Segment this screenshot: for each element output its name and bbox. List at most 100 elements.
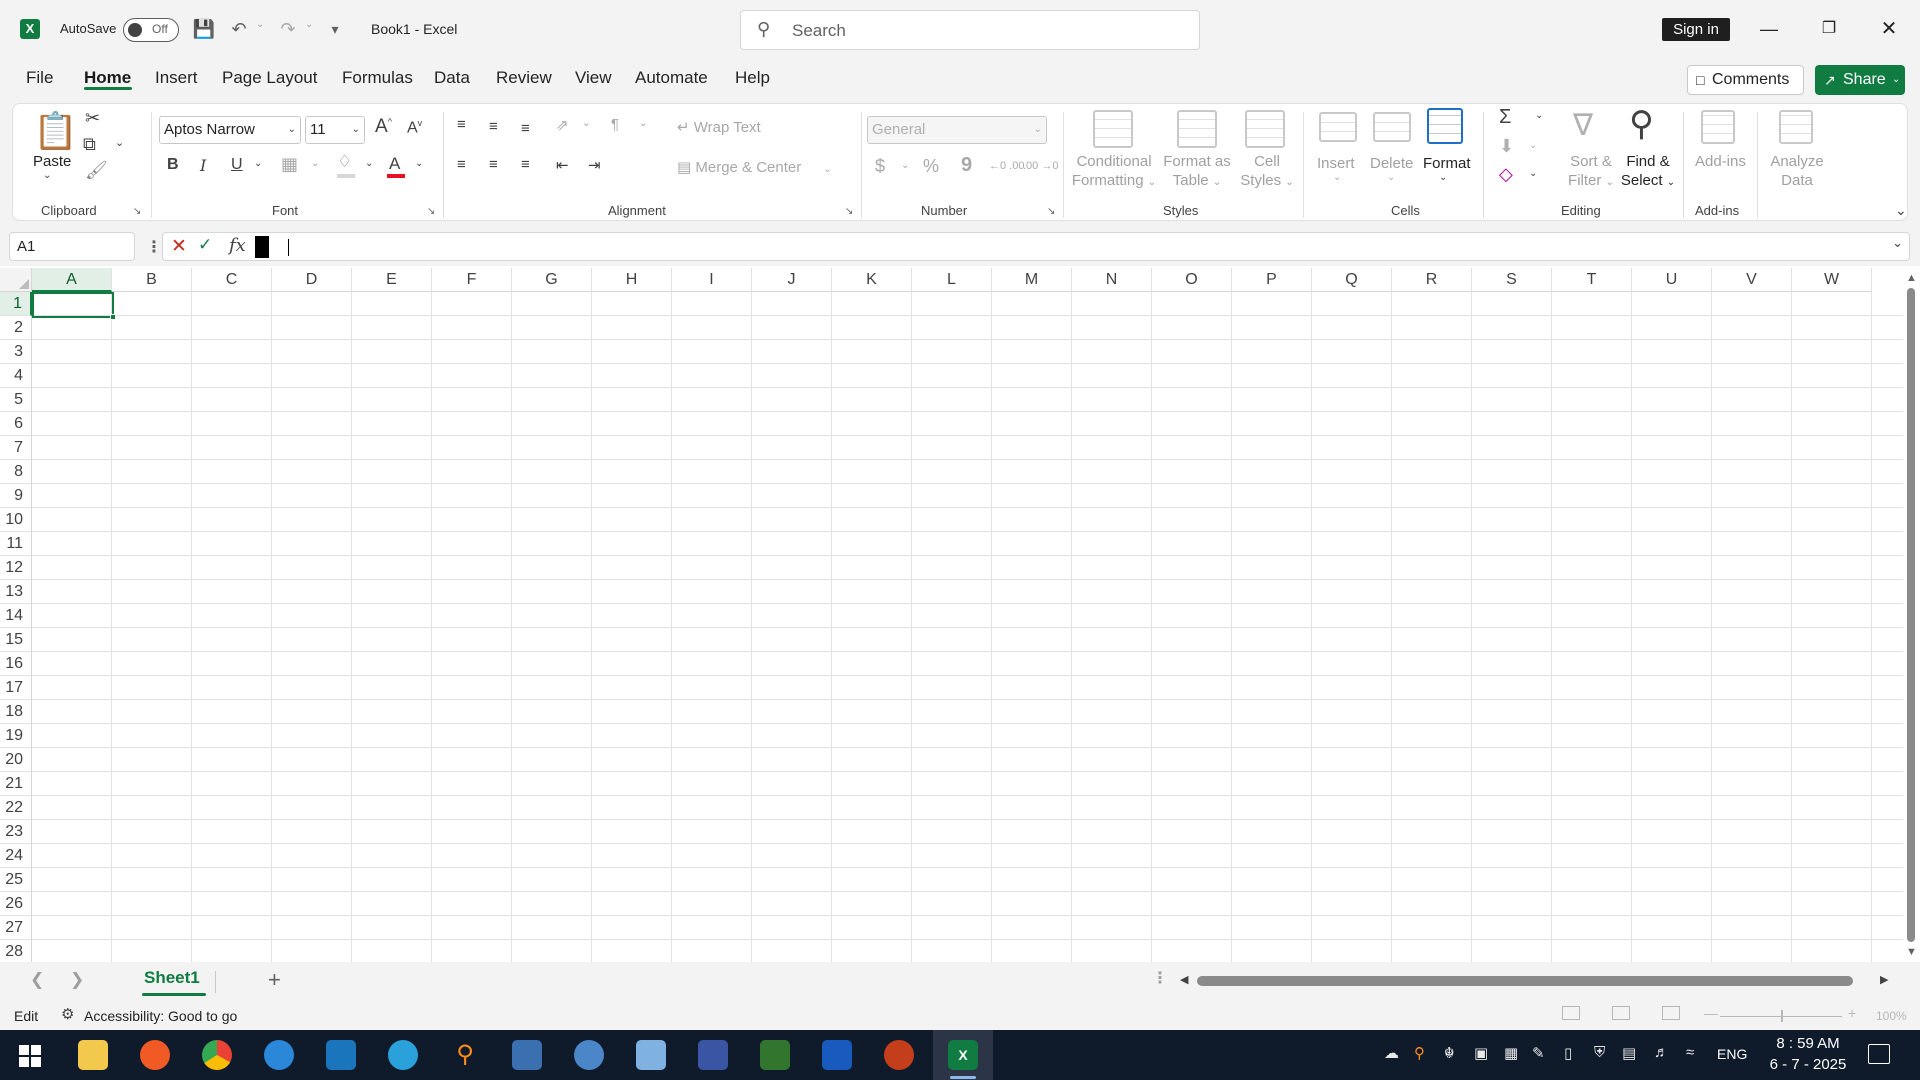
text-direction-dropdown-icon[interactable]: ⌄ bbox=[639, 118, 647, 129]
column-header[interactable]: L bbox=[912, 268, 992, 292]
clock-time[interactable]: 8 : 59 AM bbox=[1772, 1035, 1844, 1052]
clear-dropdown-icon[interactable]: ⌄ bbox=[1529, 168, 1537, 179]
format-as-table-button[interactable]: Format as Table ⌄ bbox=[1159, 152, 1235, 192]
vertical-scrollbar[interactable]: ▲ ▼ bbox=[1903, 268, 1920, 962]
zoom-in-icon[interactable]: + bbox=[1848, 1005, 1856, 1021]
format-cells-icon[interactable] bbox=[1427, 108, 1463, 144]
copy-dropdown-icon[interactable]: ⌄ bbox=[115, 136, 124, 149]
format-painter-icon[interactable]: 🖌 bbox=[85, 160, 108, 181]
row-header[interactable]: 12 bbox=[0, 556, 32, 580]
tray-network-app-icon[interactable]: ▦ bbox=[1504, 1044, 1518, 1062]
column-header[interactable]: V bbox=[1712, 268, 1792, 292]
tab-split-handle[interactable]: ⋮ bbox=[1152, 968, 1168, 988]
app2-icon[interactable] bbox=[326, 1040, 356, 1070]
delete-cells-icon[interactable] bbox=[1373, 112, 1411, 142]
tab-view[interactable]: View bbox=[575, 68, 612, 88]
vertical-scroll-thumb[interactable] bbox=[1907, 288, 1915, 942]
autosave-toggle[interactable]: Off bbox=[123, 18, 179, 42]
paste-dropdown-icon[interactable]: ⌄ bbox=[43, 170, 51, 181]
share-button[interactable]: ↗ Share ⌄ bbox=[1815, 65, 1905, 95]
number-format-combo[interactable]: General ⌄ bbox=[867, 116, 1047, 144]
page-layout-view-icon[interactable] bbox=[1612, 1006, 1630, 1020]
clipboard-dialog-launcher-icon[interactable]: ↘ bbox=[133, 206, 141, 217]
insert-function-icon[interactable]: fx bbox=[229, 235, 246, 256]
column-header[interactable]: G bbox=[512, 268, 592, 292]
redo-dropdown-icon[interactable]: ⌄ bbox=[305, 19, 313, 30]
row-header[interactable]: 20 bbox=[0, 748, 32, 772]
align-center-icon[interactable]: ≡ bbox=[489, 156, 498, 173]
column-header[interactable]: J bbox=[752, 268, 832, 292]
sign-in-button[interactable]: Sign in bbox=[1662, 18, 1730, 41]
sheet-tab-sheet1[interactable]: Sheet1 bbox=[144, 968, 200, 988]
row-header[interactable]: 1 bbox=[0, 292, 32, 316]
telegram-icon[interactable] bbox=[388, 1040, 418, 1070]
borders-dropdown-icon[interactable]: ⌄ bbox=[311, 158, 319, 169]
row-header[interactable]: 21 bbox=[0, 772, 32, 796]
row-header[interactable]: 7 bbox=[0, 436, 32, 460]
project-icon[interactable] bbox=[760, 1040, 790, 1070]
calculator-icon[interactable] bbox=[636, 1040, 666, 1070]
column-header[interactable]: Q bbox=[1312, 268, 1392, 292]
tab-page-layout[interactable]: Page Layout bbox=[222, 68, 317, 88]
decrease-font-size-button[interactable]: Av bbox=[407, 118, 422, 137]
clock-date[interactable]: 6 - 7 - 2025 bbox=[1764, 1056, 1852, 1073]
row-header[interactable]: 28 bbox=[0, 940, 32, 962]
analyze-data-button[interactable]: Analyze Data bbox=[1767, 152, 1827, 190]
find-select-button[interactable]: Find & Select ⌄ bbox=[1617, 152, 1679, 192]
word-icon[interactable] bbox=[822, 1040, 852, 1070]
alignment-dialog-launcher-icon[interactable]: ↘ bbox=[845, 206, 853, 217]
name-box[interactable]: A1 bbox=[9, 232, 135, 261]
tray-pen-icon[interactable]: ✎ bbox=[1532, 1044, 1545, 1062]
text-direction-icon[interactable]: ¶ bbox=[611, 116, 619, 133]
column-header[interactable]: R bbox=[1392, 268, 1472, 292]
row-header[interactable]: 17 bbox=[0, 676, 32, 700]
comments-button[interactable]: □ Comments bbox=[1687, 65, 1804, 95]
autosum-dropdown-icon[interactable]: ⌄ bbox=[1535, 110, 1543, 121]
add-ins-button[interactable]: Add-ins bbox=[1695, 152, 1746, 171]
font-family-combo[interactable]: Aptos Narrow ⌄ bbox=[159, 116, 301, 144]
font-size-combo[interactable]: 11 ⌄ bbox=[305, 116, 365, 144]
scroll-up-icon[interactable]: ▲ bbox=[1906, 272, 1917, 284]
clear-icon[interactable]: ◇ bbox=[1499, 164, 1513, 185]
column-header[interactable]: K bbox=[832, 268, 912, 292]
row-header[interactable]: 16 bbox=[0, 652, 32, 676]
sort-filter-button[interactable]: Sort & Filter ⌄ bbox=[1561, 152, 1621, 192]
insert-cells-icon[interactable] bbox=[1319, 112, 1357, 142]
row-header[interactable]: 25 bbox=[0, 868, 32, 892]
fill-icon[interactable]: ⬇ bbox=[1499, 136, 1514, 157]
format-dropdown-icon[interactable]: ⌄ bbox=[1439, 172, 1447, 183]
bold-button[interactable]: B bbox=[167, 156, 179, 174]
percent-button[interactable]: % bbox=[923, 156, 939, 177]
wifi-icon[interactable]: ≈ bbox=[1686, 1044, 1694, 1061]
row-header[interactable]: 11 bbox=[0, 532, 32, 556]
zoom-slider-knob[interactable] bbox=[1781, 1010, 1783, 1022]
zoom-level[interactable]: 100% bbox=[1876, 1009, 1907, 1023]
cut-icon[interactable]: ✂ bbox=[85, 108, 100, 129]
restore-icon[interactable]: ❐ bbox=[1814, 16, 1844, 42]
volume-icon[interactable]: ♬ bbox=[1654, 1044, 1669, 1061]
collapse-ribbon-icon[interactable]: ⌄ bbox=[1895, 202, 1907, 219]
zoom-out-icon[interactable]: — bbox=[1704, 1005, 1718, 1021]
orientation-icon[interactable]: ⇗ bbox=[556, 116, 569, 134]
tray-search-icon[interactable]: ⚲ bbox=[1414, 1044, 1425, 1062]
new-sheet-button[interactable]: + bbox=[268, 967, 281, 993]
app3-icon[interactable] bbox=[512, 1040, 542, 1070]
normal-view-icon[interactable] bbox=[1562, 1006, 1580, 1020]
underline-button[interactable]: U bbox=[231, 156, 243, 174]
font-color-button[interactable]: A bbox=[389, 154, 400, 174]
column-header[interactable]: H bbox=[592, 268, 672, 292]
accessibility-status[interactable]: Accessibility: Good to go bbox=[84, 1008, 237, 1024]
paste-icon[interactable]: 📋 bbox=[33, 110, 78, 152]
currency-button[interactable]: $ bbox=[875, 156, 885, 177]
row-header[interactable]: 18 bbox=[0, 700, 32, 724]
analyze-data-icon[interactable] bbox=[1779, 110, 1813, 144]
insert-dropdown-icon[interactable]: ⌄ bbox=[1333, 172, 1341, 183]
conditional-formatting-button[interactable]: Conditional Formatting ⌄ bbox=[1067, 152, 1161, 192]
brave-icon[interactable] bbox=[140, 1040, 170, 1070]
scroll-down-icon[interactable]: ▼ bbox=[1906, 946, 1917, 958]
more-options-icon[interactable]: ⋮ bbox=[146, 237, 162, 257]
expand-formula-bar-icon[interactable]: ⌄ bbox=[1892, 235, 1903, 251]
autosum-icon[interactable]: Σ bbox=[1499, 106, 1511, 129]
row-header[interactable]: 27 bbox=[0, 916, 32, 940]
tab-formulas[interactable]: Formulas bbox=[342, 68, 413, 88]
